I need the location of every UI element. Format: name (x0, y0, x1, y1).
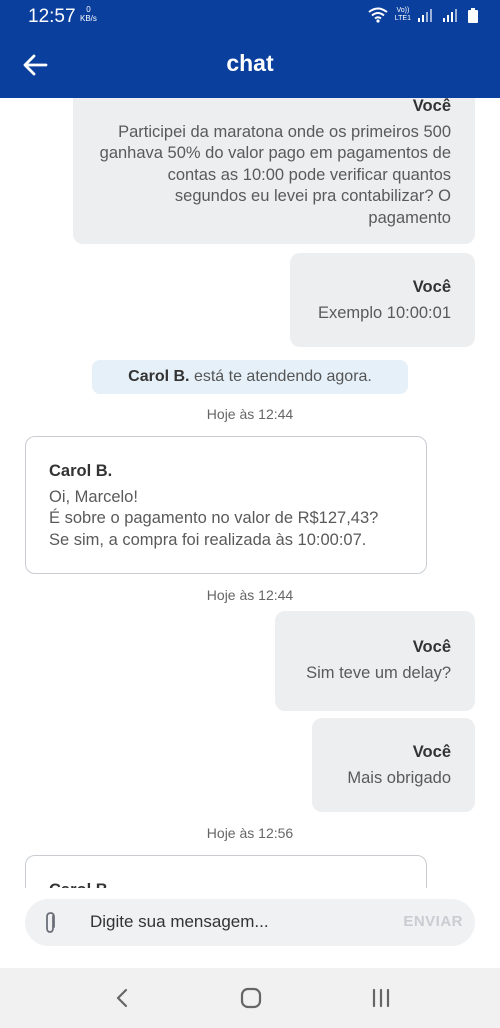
agent-name: Carol B. (128, 368, 190, 385)
chevron-left-icon[interactable] (102, 982, 142, 1014)
notice-text: está te atendendo agora. (193, 368, 372, 385)
message-sender: Você (412, 638, 451, 656)
message-text: Mais obrigado (347, 768, 451, 787)
message-text: Sim teve um delay? (306, 663, 451, 682)
wifi-icon (368, 7, 388, 23)
system-nav-bar (0, 968, 500, 1028)
chat-messages[interactable]: Você Participei da maratona onde os prim… (0, 98, 500, 888)
message-line: É sobre o pagamento no valor de R$127,43… (49, 509, 379, 527)
message-me: Você Participei da maratona onde os prim… (73, 98, 475, 244)
message-agent: Carol B. (25, 855, 427, 888)
message-sender: Você (412, 98, 451, 115)
home-square-icon[interactable] (231, 982, 271, 1014)
battery-icon (468, 7, 478, 23)
app-bar: chat (0, 32, 500, 98)
message-line: Oi, Marcelo! (49, 487, 138, 506)
page-title: chat (226, 50, 274, 76)
status-time: 12:57 (28, 6, 76, 27)
message-me: Você Exemplo 10:00:01 (290, 253, 475, 347)
message-composer: ENVIAR (25, 899, 475, 946)
message-timestamp: Hoje às 12:44 (206, 406, 294, 422)
message-input[interactable] (90, 908, 390, 936)
message-line: Se sim, a compra foi realizada às 10:00:… (49, 530, 367, 549)
message-sender: Você (412, 743, 451, 761)
message-timestamp: Hoje às 12:56 (206, 825, 294, 841)
recents-bars-icon[interactable] (361, 982, 401, 1014)
volte-icon: Vo)) LTE1 (394, 7, 411, 22)
message-sender: Carol B. (49, 880, 404, 888)
agent-notice: Carol B. está te atendendo agora. (92, 360, 408, 394)
status-icons: Vo)) LTE1 (368, 7, 478, 23)
message-text: Exemplo 10:00:01 (317, 303, 451, 322)
message-sender: Você (412, 278, 451, 296)
paperclip-icon[interactable] (41, 911, 63, 935)
signal-2-icon (443, 9, 457, 22)
message-sender: Carol B. (49, 462, 113, 480)
signal-icon (418, 9, 432, 22)
message-me: Você Sim teve um delay? (275, 611, 475, 711)
message-agent: Carol B. Oi, Marcelo! É sobre o pagament… (25, 436, 427, 574)
message-timestamp: Hoje às 12:44 (206, 587, 294, 603)
message-text: Participei da maratona onde os primeiros… (99, 122, 451, 227)
status-bar: 12:57 0 KB/s Vo)) LTE1 (0, 0, 500, 32)
message-me: Você Mais obrigado (312, 718, 475, 812)
send-button[interactable]: ENVIAR (403, 913, 463, 930)
net-speed: 0 KB/s (80, 5, 97, 23)
